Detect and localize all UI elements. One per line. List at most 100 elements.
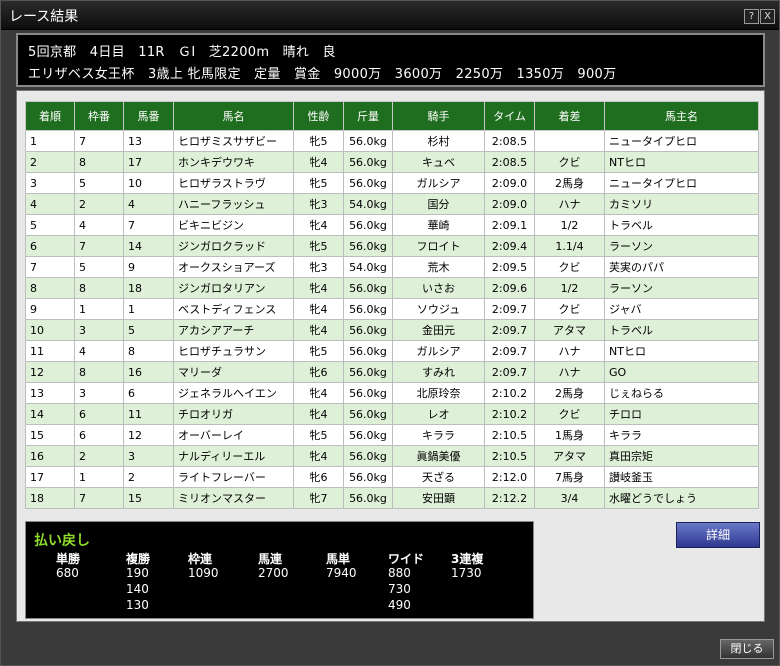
table-cell: 牝4 — [293, 277, 344, 299]
table-row[interactable]: 1 7 13 ヒロザミスサザビー 牝5 56.0kg 杉村 2:08.5 ニュータイプヒロ — [25, 130, 759, 152]
table-cell: 18 — [123, 277, 174, 299]
table-cell: アタマ — [534, 445, 605, 467]
table-cell: トラベル — [604, 214, 759, 236]
table-cell: 2:08.5 — [484, 130, 535, 152]
table-row[interactable]: 8 8 18 ジンガロタリアン 牝4 56.0kg いさお 2:09.6 1/2 ラーソン — [25, 277, 759, 299]
table-cell: 5 — [123, 319, 174, 341]
close-window-button[interactable]: X — [760, 9, 775, 24]
payout-label: 馬連 — [258, 552, 283, 566]
table-row[interactable]: 16 2 3 ナルディリーエル 牝4 56.0kg 眞鍋美優 2:10.5 アタマ 真田宗矩 — [25, 445, 759, 467]
window-title: レース結果 — [9, 9, 79, 25]
column-header: 馬番 — [123, 101, 174, 131]
table-cell: レオ — [392, 403, 485, 425]
table-row[interactable]: 2 8 17 ホンキデウワキ 牝4 56.0kg キュベ 2:08.5 クビ NTヒロ — [25, 151, 759, 173]
table-cell: クビ — [534, 256, 605, 278]
table-row[interactable]: 3 5 10 ヒロザラストラヴ 牝5 56.0kg ガルシア 2:09.0 2馬身 ニュータイプヒ… — [25, 172, 759, 194]
table-cell: ガルシア — [392, 340, 485, 362]
table-cell: 国分 — [392, 193, 485, 215]
table-cell: 2:09.0 — [484, 172, 535, 194]
table-cell: 2:09.7 — [484, 319, 535, 341]
table-cell: 1/2 — [534, 214, 605, 236]
table-cell: 7 — [123, 214, 174, 236]
table-cell: ヒロザチュラサン — [173, 340, 294, 362]
table-cell: アタマ — [534, 319, 605, 341]
close-button[interactable]: 閉じる — [720, 639, 774, 659]
title-bar: レース結果 ? X — [1, 1, 779, 30]
payout-value: 730 — [388, 582, 411, 596]
table-row[interactable]: 10 3 5 アカシアアーチ 牝4 56.0kg 金田元 2:09.7 アタマ トラベル — [25, 319, 759, 341]
table-row[interactable]: 7 5 9 オークスショアーズ 牝3 54.0kg 荒木 2:09.5 クビ 芙実のパパ — [25, 256, 759, 278]
table-cell: 讃岐釜玉 — [604, 466, 759, 488]
payout-title: 払い戻し — [34, 533, 90, 549]
table-cell: 牝4 — [293, 403, 344, 425]
table-row[interactable]: 6 7 14 ジンガロクラッド 牝5 56.0kg フロイト 2:09.4 1.1/4 ラーソン — [25, 235, 759, 257]
table-row[interactable]: 13 3 6 ジェネラルヘイエン 牝4 56.0kg 北原玲奈 2:10.2 2馬身 じぇねらる — [25, 382, 759, 404]
table-row[interactable]: 9 1 1 ベストディフェンス 牝4 56.0kg ソウジュ 2:09.7 クビ ジャバ — [25, 298, 759, 320]
table-cell: 56.0kg — [343, 340, 393, 362]
table-cell: 10 — [25, 319, 75, 341]
table-cell: 1.1/4 — [534, 235, 605, 257]
table-cell: 牝5 — [293, 130, 344, 152]
table-cell: アカシアアーチ — [173, 319, 294, 341]
table-cell: 56.0kg — [343, 235, 393, 257]
help-button[interactable]: ? — [744, 9, 759, 24]
table-cell: 8 — [123, 340, 174, 362]
table-header-row: 着順 枠番 馬番 馬名 性齢 斤量 騎手 タイム 着差 馬主名 — [25, 101, 759, 131]
detail-button[interactable]: 詳細 — [676, 522, 760, 548]
race-info-line2: エリザベス女王杯 3歳上 牝馬限定 定量 賞金 9000万 3600万 2250… — [28, 67, 617, 82]
table-row[interactable]: 4 2 4 ハニーフラッシュ 牝3 54.0kg 国分 2:09.0 ハナ カミソリ — [25, 193, 759, 215]
table-cell: 56.0kg — [343, 130, 393, 152]
table-cell: 3 — [25, 172, 75, 194]
table-row[interactable]: 17 1 2 ライトフレーバー 牝6 56.0kg 天ざる 2:12.0 7馬身 讃岐釜玉 — [25, 466, 759, 488]
table-cell: ニュータイプヒロ — [604, 130, 759, 152]
table-cell: 2:08.5 — [484, 151, 535, 173]
table-cell: 6 — [123, 382, 174, 404]
table-cell: キララ — [604, 424, 759, 446]
table-row[interactable]: 18 7 15 ミリオンマスター 牝7 56.0kg 安田顕 2:12.2 3/4 水曜どうでしょ… — [25, 487, 759, 509]
table-cell: オーバーレイ — [173, 424, 294, 446]
table-cell: 1馬身 — [534, 424, 605, 446]
table-cell: 2:12.0 — [484, 466, 535, 488]
table-row[interactable]: 15 6 12 オーバーレイ 牝5 56.0kg キララ 2:10.5 1馬身 キララ — [25, 424, 759, 446]
table-row[interactable]: 11 4 8 ヒロザチュラサン 牝5 56.0kg ガルシア 2:09.7 ハナ NTヒロ — [25, 340, 759, 362]
table-cell: 北原玲奈 — [392, 382, 485, 404]
table-cell: 56.0kg — [343, 403, 393, 425]
payout-value: 140 — [126, 582, 149, 596]
table-row[interactable]: 14 6 11 チロオリガ 牝4 56.0kg レオ 2:10.2 クビ チロロ — [25, 403, 759, 425]
table-row[interactable]: 5 4 7 ビキニビジン 牝4 56.0kg 華崎 2:09.1 1/2 トラベル — [25, 214, 759, 236]
table-cell: 牝4 — [293, 319, 344, 341]
table-cell: 牝4 — [293, 445, 344, 467]
table-cell: 8 — [74, 277, 124, 299]
table-cell: フロイト — [392, 235, 485, 257]
table-cell: 12 — [123, 424, 174, 446]
table-cell: 2 — [74, 445, 124, 467]
table-cell: ジンガロタリアン — [173, 277, 294, 299]
table-cell: 牝5 — [293, 172, 344, 194]
column-header: タイム — [484, 101, 535, 131]
table-cell: 14 — [25, 403, 75, 425]
table-cell: ベストディフェンス — [173, 298, 294, 320]
table-cell: 12 — [25, 361, 75, 383]
table-cell: ジンガロクラッド — [173, 235, 294, 257]
table-cell: 54.0kg — [343, 256, 393, 278]
table-cell: 2馬身 — [534, 382, 605, 404]
table-cell: 金田元 — [392, 319, 485, 341]
table-cell: 2:10.5 — [484, 424, 535, 446]
table-cell: 牝5 — [293, 340, 344, 362]
table-cell: NTヒロ — [604, 340, 759, 362]
table-cell: すみれ — [392, 361, 485, 383]
table-cell: 3 — [74, 382, 124, 404]
table-cell: ラーソン — [604, 277, 759, 299]
race-info-header: 5回京都 4日目 11R ＧⅠ 芝2200m 晴れ 良 エリザベス女王杯 3歳上… — [16, 33, 765, 87]
table-cell: 牝5 — [293, 235, 344, 257]
table-cell: 7 — [74, 235, 124, 257]
table-cell: 7馬身 — [534, 466, 605, 488]
table-cell: ジェネラルヘイエン — [173, 382, 294, 404]
table-cell: 牝6 — [293, 466, 344, 488]
payout-value: 1090 — [188, 566, 219, 580]
table-row[interactable]: 12 8 16 マリーダ 牝6 56.0kg すみれ 2:09.7 ハナ GO — [25, 361, 759, 383]
payout-value: 130 — [126, 598, 149, 612]
table-cell: ライトフレーバー — [173, 466, 294, 488]
table-cell: 2:09.1 — [484, 214, 535, 236]
table-cell: ホンキデウワキ — [173, 151, 294, 173]
